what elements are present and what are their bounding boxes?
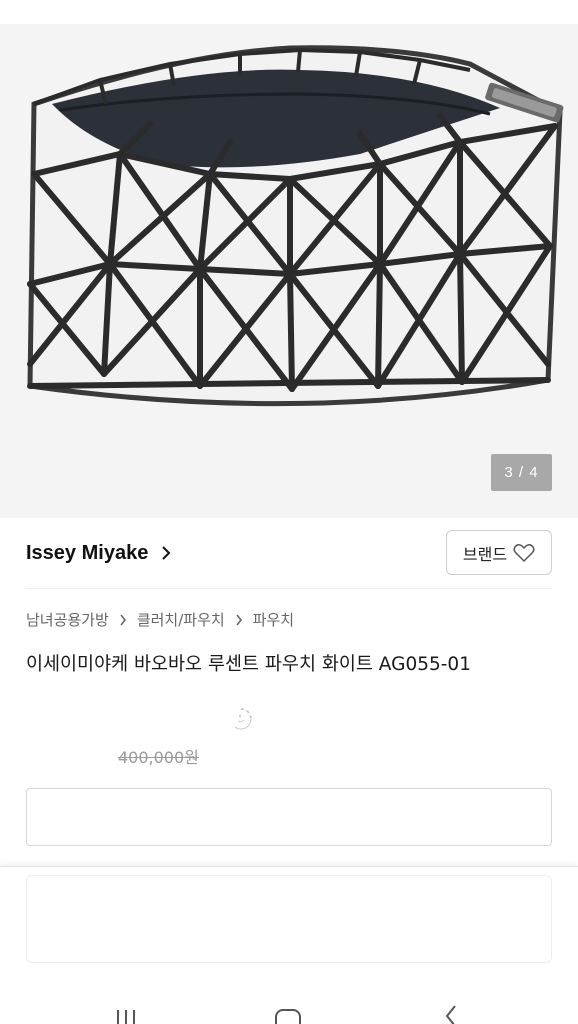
chevron-right-icon [236, 614, 242, 625]
option-select[interactable] [26, 788, 552, 846]
recent-apps-button[interactable] [106, 1002, 146, 1024]
original-price: 400,000원 [118, 748, 199, 767]
loading-icon [234, 708, 252, 730]
system-navigation-bar [0, 980, 578, 1024]
breadcrumb-item[interactable]: 파우치 [253, 609, 294, 630]
chevron-right-icon [120, 614, 126, 625]
heart-icon [513, 543, 535, 562]
product-image [27, 45, 564, 407]
back-icon [445, 1005, 456, 1024]
breadcrumb-item[interactable]: 클러치/파우치 [137, 609, 225, 630]
section-divider [26, 588, 552, 589]
brand-like-button[interactable]: 브랜드 [446, 530, 552, 575]
back-button[interactable] [430, 1002, 470, 1024]
brand-button-label: 브랜드 [462, 544, 508, 564]
home-icon [275, 1009, 301, 1024]
bottom-purchase-sheet [0, 866, 578, 980]
chevron-right-icon[interactable] [160, 545, 172, 561]
breadcrumb: 남녀공용가방 클러치/파우치 파우치 [26, 609, 294, 630]
purchase-panel[interactable] [26, 875, 552, 963]
brand-row[interactable]: Issey Miyake 브랜드 [26, 530, 552, 576]
image-page-indicator: 3 / 4 [491, 454, 552, 491]
recent-apps-icon [117, 1010, 135, 1024]
product-image-gallery[interactable]: 3 / 4 [0, 24, 578, 518]
breadcrumb-item[interactable]: 남녀공용가방 [26, 609, 109, 630]
status-bar-area [0, 0, 578, 24]
product-title: 이세이미야케 바오바오 루센트 파우치 화이트 AG055-01 [26, 654, 471, 675]
home-button[interactable] [268, 1002, 308, 1024]
brand-name[interactable]: Issey Miyake [26, 542, 148, 565]
